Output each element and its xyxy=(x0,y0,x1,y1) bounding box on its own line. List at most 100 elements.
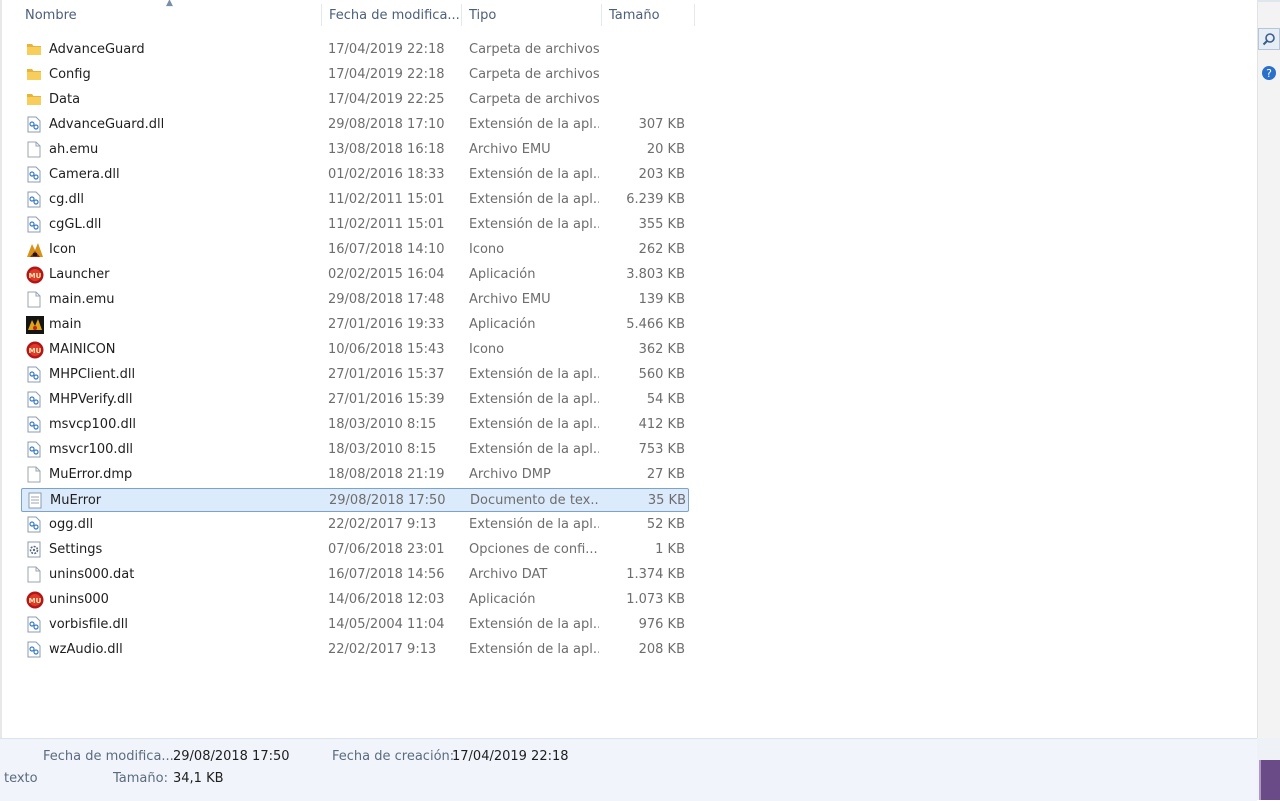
file-size: 753 KB xyxy=(638,442,685,457)
file-row[interactable]: MU Launcher 02/02/2015 16:04 Aplicación 3.80… xyxy=(21,263,689,287)
file-modified-date: 22/02/2017 9:13 xyxy=(328,642,437,657)
file-modified-date: 27/01/2016 19:33 xyxy=(328,317,445,332)
taskbar-fragment xyxy=(1259,760,1280,800)
file-type: Extensión de la apl... xyxy=(469,392,599,407)
file-row[interactable]: vorbisfile.dll 14/05/2004 11:04 Extensión … xyxy=(21,613,689,637)
file-row[interactable]: MHPClient.dll 27/01/2016 15:37 Extensión d… xyxy=(21,363,689,387)
game-icon-icon xyxy=(26,241,43,258)
file-modified-date: 14/06/2018 12:03 xyxy=(328,592,445,607)
file-name: AdvanceGuard.dll xyxy=(49,117,165,132)
column-header-name[interactable]: Nombre xyxy=(17,0,321,30)
file-name: cg.dll xyxy=(49,192,85,207)
file-size xyxy=(601,38,685,62)
file-type: Archivo EMU xyxy=(469,292,551,307)
file-name: main xyxy=(49,317,82,332)
file-modified-date: 18/03/2010 8:15 xyxy=(328,442,437,457)
file-row[interactable]: MU unins000 14/06/2018 12:03 Aplicación 1.07… xyxy=(21,588,689,612)
file-row[interactable]: msvcr100.dll 18/03/2010 8:15 Extensión de … xyxy=(21,438,689,462)
file-type: Documento de tex... xyxy=(470,493,600,508)
file-row[interactable]: cgGL.dll 11/02/2011 15:01 Extensión de la … xyxy=(21,213,689,237)
file-modified-date: 14/05/2004 11:04 xyxy=(328,617,445,632)
dll-file-icon xyxy=(26,516,42,533)
search-button[interactable] xyxy=(1258,28,1280,50)
navigation-strip: ? xyxy=(1257,0,1280,738)
help-icon: ? xyxy=(1262,66,1276,80)
file-modified-date: 29/08/2018 17:50 xyxy=(329,493,446,508)
file-row[interactable]: cg.dll 11/02/2011 15:01 Extensión de la ap… xyxy=(21,188,689,212)
column-header-date[interactable]: Fecha de modifica... xyxy=(321,0,461,30)
column-header-bar: ▲ Nombre Fecha de modifica... Tipo Tamañ… xyxy=(0,0,700,30)
file-modified-date: 29/08/2018 17:48 xyxy=(328,292,445,307)
file-row[interactable]: main.emu 29/08/2018 17:48 Archivo EMU 139 K… xyxy=(21,288,689,312)
help-button[interactable]: ? xyxy=(1258,62,1280,84)
file-row[interactable]: AdvanceGuard 17/04/2019 22:18 Carpeta de a… xyxy=(21,38,689,62)
folder-icon xyxy=(26,41,42,58)
file-row[interactable]: Icon 16/07/2018 14:10 Icono 262 KB xyxy=(21,238,689,262)
file-name: Icon xyxy=(49,242,77,257)
file-name: wzAudio.dll xyxy=(49,642,123,657)
mu-app-icon: MU xyxy=(26,266,44,284)
mu-app-icon: MU xyxy=(26,341,44,359)
file-type: Extensión de la apl... xyxy=(469,117,599,132)
file-row[interactable]: MHPVerify.dll 27/01/2016 15:39 Extensión d… xyxy=(21,388,689,412)
details-type-fragment: texto xyxy=(4,771,38,786)
file-row[interactable]: Data 17/04/2019 22:25 Carpeta de archivos xyxy=(21,88,689,112)
dll-file-icon xyxy=(26,116,42,133)
file-size xyxy=(601,63,685,87)
file-type: Carpeta de archivos xyxy=(469,67,599,82)
file-row[interactable]: msvcp100.dll 18/03/2010 8:15 Extensión de … xyxy=(21,413,689,437)
window-corner xyxy=(1257,738,1280,800)
column-header-size[interactable]: Tamaño xyxy=(601,0,694,30)
text-file-icon xyxy=(27,492,43,509)
file-modified-date: 18/03/2010 8:15 xyxy=(328,417,437,432)
file-modified-date: 11/02/2011 15:01 xyxy=(328,192,445,207)
file-name: cgGL.dll xyxy=(49,217,102,232)
file-name: Config xyxy=(49,67,91,82)
file-type: Extensión de la apl... xyxy=(469,442,599,457)
blank-file-icon xyxy=(26,291,42,308)
file-type: Archivo EMU xyxy=(469,142,551,157)
file-size: 307 KB xyxy=(638,117,685,132)
file-name: Launcher xyxy=(49,267,110,282)
file-type: Opciones de confi... xyxy=(469,542,598,557)
dll-file-icon xyxy=(26,391,42,408)
file-row-selected[interactable]: MuError 29/08/2018 17:50 Documento de tex.… xyxy=(21,488,689,512)
dll-file-icon xyxy=(26,441,42,458)
file-row[interactable]: Camera.dll 01/02/2016 18:33 Extensión de l… xyxy=(21,163,689,187)
file-name: main.emu xyxy=(49,292,115,307)
file-size: 203 KB xyxy=(638,167,685,182)
file-type: Extensión de la apl... xyxy=(469,642,599,657)
file-type: Aplicación xyxy=(469,317,536,332)
file-row[interactable]: Settings 07/06/2018 23:01 Opciones de conf… xyxy=(21,538,689,562)
file-row[interactable]: unins000.dat 16/07/2018 14:56 Archivo DAT 1… xyxy=(21,563,689,587)
column-header-type[interactable]: Tipo xyxy=(461,0,601,30)
file-size: 412 KB xyxy=(638,417,685,432)
file-row[interactable]: ah.emu 13/08/2018 16:18 Archivo EMU 20 KB xyxy=(21,138,689,162)
file-row[interactable]: ogg.dll 22/02/2017 9:13 Extensión de la ap… xyxy=(21,513,689,537)
file-modified-date: 16/07/2018 14:10 xyxy=(328,242,445,257)
file-modified-date: 16/07/2018 14:56 xyxy=(328,567,445,582)
file-size: 52 KB xyxy=(646,517,685,532)
file-name: msvcp100.dll xyxy=(49,417,136,432)
file-name: vorbisfile.dll xyxy=(49,617,129,632)
svg-text:?: ? xyxy=(1266,67,1272,80)
file-name: Settings xyxy=(49,542,103,557)
file-type: Extensión de la apl... xyxy=(469,617,599,632)
details-modified-value: 29/08/2018 17:50 xyxy=(173,749,290,764)
file-modified-date: 18/08/2018 21:19 xyxy=(328,467,445,482)
file-row[interactable]: AdvanceGuard.dll 29/08/2018 17:10 Extensió… xyxy=(21,113,689,137)
file-name: Data xyxy=(49,92,81,107)
file-type: Aplicación xyxy=(469,267,536,282)
file-row[interactable]: MU MAINICON 10/06/2018 15:43 Icono 362 KB xyxy=(21,338,689,362)
file-size: 560 KB xyxy=(638,367,685,382)
file-type: Extensión de la apl... xyxy=(469,167,599,182)
file-row[interactable]: wzAudio.dll 22/02/2017 9:13 Extensión de l… xyxy=(21,638,689,662)
file-size xyxy=(601,88,685,112)
file-type: Carpeta de archivos xyxy=(469,92,599,107)
file-row[interactable]: Config 17/04/2019 22:18 Carpeta de archivo… xyxy=(21,63,689,87)
file-size: 27 KB xyxy=(646,467,685,482)
column-divider[interactable] xyxy=(694,4,695,26)
file-modified-date: 13/08/2018 16:18 xyxy=(328,142,445,157)
file-row[interactable]: MuError.dmp 18/08/2018 21:19 Archivo DMP 27… xyxy=(21,463,689,487)
file-row[interactable]: main 27/01/2016 19:33 Aplicación 5.466 KB xyxy=(21,313,689,337)
